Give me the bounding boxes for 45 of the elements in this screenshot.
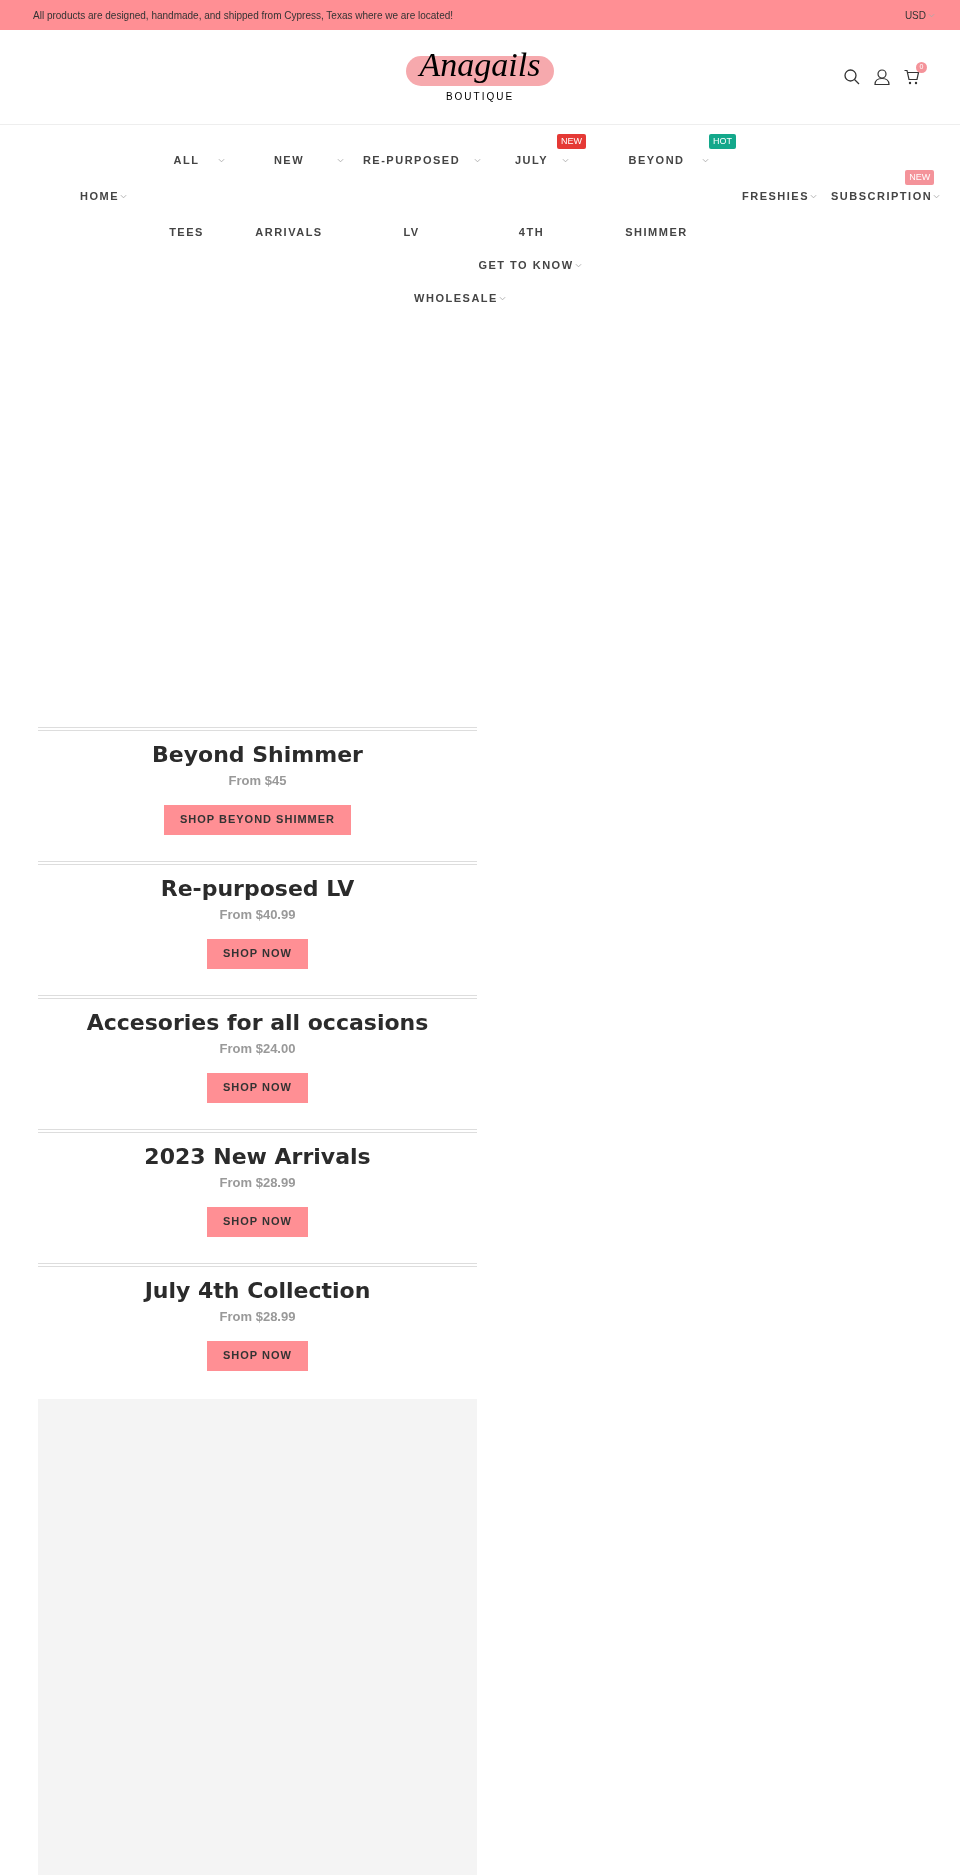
chevron-down-icon [217, 158, 225, 163]
shop-button[interactable]: SHOP NOW [207, 1206, 308, 1237]
chevron-down-icon [810, 194, 817, 199]
shop-button[interactable]: SHOP NOW [207, 1072, 308, 1103]
nav-link[interactable]: JULY 4TH [514, 150, 549, 242]
nav-link[interactable]: ALL TEES [169, 150, 204, 242]
nav-link[interactable]: GET TO KNOW [478, 255, 574, 275]
menu-badge: NEW [905, 170, 935, 185]
nav-link[interactable]: RE-PURPOSED LV [362, 150, 461, 242]
collection-price: From $40.99 [219, 906, 296, 924]
collection-title: Beyond Shimmer [152, 741, 363, 769]
user-icon[interactable] [874, 69, 890, 85]
shop-button[interactable]: SHOP NOW [207, 1340, 308, 1371]
chevron-down-icon [574, 263, 582, 268]
collection-title: July 4th Collection [144, 1277, 371, 1305]
collection-title: Re-purposed LV [160, 875, 355, 903]
nav-link[interactable]: BEYOND SHIMMER [625, 150, 688, 242]
collection-price: From $28.99 [219, 1174, 296, 1192]
chevron-down-icon [928, 12, 935, 18]
announcement-text: All products are designed, handmade, and shipped from Cypress, Texas where we are located! [33, 8, 454, 23]
currency-selector[interactable]: USD [904, 7, 935, 23]
collection-price: From $28.99 [219, 1308, 296, 1326]
nav-link[interactable]: NEW ARRIVALS [255, 150, 323, 242]
collection-title: 2023 New Arrivals [144, 1143, 371, 1171]
collection-price: From $24.00 [219, 1040, 296, 1058]
logo-tagline: BOUTIQUE [445, 90, 515, 104]
nav-link[interactable]: HOME [80, 186, 119, 206]
chevron-down-icon [562, 158, 570, 163]
collection-title: Accesories for all occasions [86, 1009, 429, 1037]
nav-link[interactable]: FRESHIES [742, 186, 809, 206]
search-icon[interactable] [844, 69, 860, 85]
chevron-down-icon [498, 296, 506, 301]
chevron-down-icon [474, 158, 482, 163]
cart-icon[interactable] [904, 69, 920, 85]
chevron-down-icon [336, 158, 344, 163]
chevron-down-icon [120, 194, 127, 199]
shop-button[interactable]: SHOP NOW [207, 938, 308, 969]
nav-link[interactable]: SUBSCRIPTION [831, 186, 933, 206]
nav-link[interactable]: WHOLESALE [414, 288, 498, 308]
chevron-down-icon [933, 194, 941, 199]
collection-price: From $45 [228, 772, 287, 790]
chevron-down-icon [701, 158, 709, 163]
menu-badge: HOT [709, 134, 736, 149]
shop-button[interactable]: SHOP BEYOND SHIMMER [163, 804, 352, 835]
menu-badge: NEW [557, 134, 586, 149]
